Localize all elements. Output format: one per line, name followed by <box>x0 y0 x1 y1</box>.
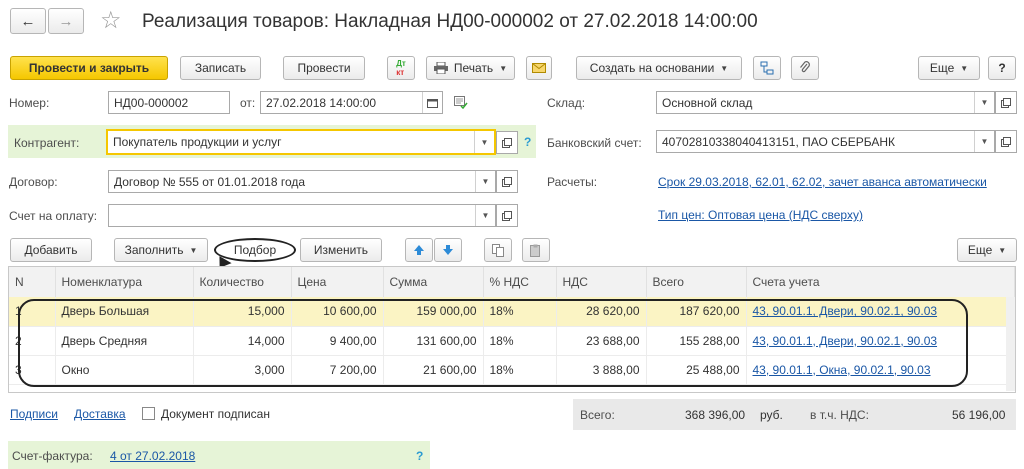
col-header-item[interactable]: Номенклатура <box>55 267 194 297</box>
col-header-accounts[interactable]: Счета учета <box>746 267 1015 297</box>
col-header-vat[interactable]: НДС <box>556 267 647 297</box>
vat-total-label: в т.ч. НДС: <box>810 408 869 422</box>
price-type-link[interactable]: Тип цен: Оптовая цена (НДС сверху) <box>658 208 863 222</box>
change-button[interactable]: Изменить <box>300 238 382 262</box>
pick-button[interactable]: Подбор <box>214 238 296 262</box>
open-icon <box>502 210 512 221</box>
move-down-button[interactable] <box>434 238 462 262</box>
table-more-button[interactable]: Еще ▼ <box>957 238 1017 262</box>
open-icon <box>1001 97 1011 108</box>
warehouse-field[interactable]: Основной склад ▼ <box>656 91 995 114</box>
post-button[interactable]: Провести <box>283 56 365 80</box>
more-button[interactable]: Еще ▼ <box>918 56 980 80</box>
invoice-label: Счет на оплату: <box>9 209 98 223</box>
dtkt-icon: Дт кт <box>396 59 406 77</box>
chevron-down-icon: ▼ <box>499 63 508 73</box>
open-icon <box>1001 136 1011 147</box>
open-warehouse-button[interactable] <box>995 91 1017 114</box>
favorite-star-icon[interactable]: ☆ <box>100 6 122 35</box>
document-signed-checkbox[interactable] <box>142 407 155 420</box>
open-invoice-button[interactable] <box>496 204 518 227</box>
col-header-vat-rate[interactable]: % НДС <box>483 267 557 297</box>
copy-row-button[interactable] <box>484 238 512 262</box>
chevron-down-icon[interactable]: ▼ <box>974 92 994 113</box>
settlements-link[interactable]: Срок 29.03.2018, 62.01, 62.02, зачет ава… <box>658 175 987 189</box>
settlements-label: Расчеты: <box>547 175 598 189</box>
chevron-down-icon: ▼ <box>998 245 1007 255</box>
col-header-n[interactable]: N <box>9 267 56 297</box>
copy-icon <box>492 243 504 257</box>
open-counterparty-button[interactable] <box>496 131 518 154</box>
col-header-price[interactable]: Цена <box>291 267 384 297</box>
currency-label: руб. <box>760 408 783 422</box>
open-icon <box>502 176 512 187</box>
counterparty-field[interactable]: Покупатель продукции и услуг ▼ <box>106 129 496 155</box>
vat-total-value: 56 196,00 <box>952 408 1006 422</box>
structure-button[interactable] <box>753 56 781 80</box>
open-contract-button[interactable] <box>496 170 518 193</box>
date-field[interactable]: 27.02.2018 14:00:00 <box>260 91 443 114</box>
counterparty-help-icon[interactable]: ? <box>524 135 531 149</box>
delivery-link[interactable]: Доставка <box>74 407 126 421</box>
counterparty-label: Контрагент: <box>14 136 80 150</box>
paste-row-button[interactable] <box>522 238 550 262</box>
bank-account-label: Банковский счет: <box>547 136 642 150</box>
fill-button[interactable]: Заполнить ▼ <box>114 238 208 262</box>
arrow-up-icon <box>414 245 424 255</box>
number-label: Номер: <box>9 96 50 110</box>
tax-invoice-link[interactable]: 4 от 27.02.2018 <box>110 449 195 463</box>
bank-account-field[interactable]: 40702810338040413151, ПАО СБЕРБАНК ▼ <box>656 130 995 153</box>
arrow-down-icon <box>443 245 453 255</box>
create-based-on-button[interactable]: Создать на основании ▼ <box>576 56 742 80</box>
attach-button[interactable] <box>791 56 819 80</box>
warehouse-label: Склад: <box>547 96 586 110</box>
chevron-down-icon: ▼ <box>189 245 198 255</box>
add-row-button[interactable]: Добавить <box>10 238 92 262</box>
paperclip-icon <box>800 61 810 73</box>
move-up-button[interactable] <box>405 238 433 262</box>
totals-panel <box>573 399 1016 430</box>
open-icon <box>502 137 512 148</box>
contract-field[interactable]: Договор № 555 от 01.01.2018 года ▼ <box>108 170 496 193</box>
chevron-down-icon[interactable]: ▼ <box>474 131 494 153</box>
post-and-close-button[interactable]: Провести и закрыть <box>10 56 168 80</box>
total-label: Всего: <box>580 408 615 422</box>
email-button[interactable] <box>526 56 552 80</box>
rows-highlight-outline <box>18 299 968 387</box>
chevron-down-icon: ▼ <box>720 63 729 73</box>
save-button[interactable]: Записать <box>180 56 261 80</box>
signatures-link[interactable]: Подписи <box>10 407 58 421</box>
col-header-total[interactable]: Всего <box>646 267 747 297</box>
invoice-field[interactable]: ▼ <box>108 204 496 227</box>
chevron-down-icon[interactable]: ▼ <box>974 131 994 152</box>
back-button[interactable]: ← <box>10 8 46 34</box>
forward-button[interactable]: → <box>48 8 84 34</box>
structure-icon <box>760 61 774 75</box>
document-signed-label: Документ подписан <box>161 407 270 421</box>
envelope-icon <box>532 63 546 73</box>
date-label: от: <box>240 96 256 110</box>
open-bank-account-button[interactable] <box>995 130 1017 153</box>
chevron-down-icon: ▼ <box>960 63 969 73</box>
help-button[interactable]: ? <box>988 56 1016 80</box>
col-header-sum[interactable]: Сумма <box>383 267 484 297</box>
page-title: Реализация товаров: Накладная НД00-00000… <box>142 11 758 32</box>
total-value: 368 396,00 <box>685 408 746 422</box>
table-scrollbar[interactable] <box>1006 297 1015 391</box>
calendar-icon[interactable] <box>422 92 442 113</box>
chevron-down-icon[interactable]: ▼ <box>475 205 495 226</box>
invoice-help-icon[interactable]: ? <box>416 449 423 463</box>
document-status-icon[interactable] <box>454 96 468 112</box>
number-field[interactable]: НД00-000002 <box>108 91 230 114</box>
chevron-down-icon[interactable]: ▼ <box>475 171 495 192</box>
table-header-row: N Номенклатура Количество Цена Сумма % Н… <box>9 267 1015 297</box>
dtkt-button[interactable]: Дт кт <box>387 56 415 80</box>
printer-icon <box>433 62 448 74</box>
print-button[interactable]: Печать ▼ <box>426 56 515 80</box>
tax-invoice-label: Счет-фактура: <box>12 449 93 463</box>
paste-icon <box>530 244 540 257</box>
col-header-qty[interactable]: Количество <box>193 267 292 297</box>
contract-label: Договор: <box>9 175 58 189</box>
